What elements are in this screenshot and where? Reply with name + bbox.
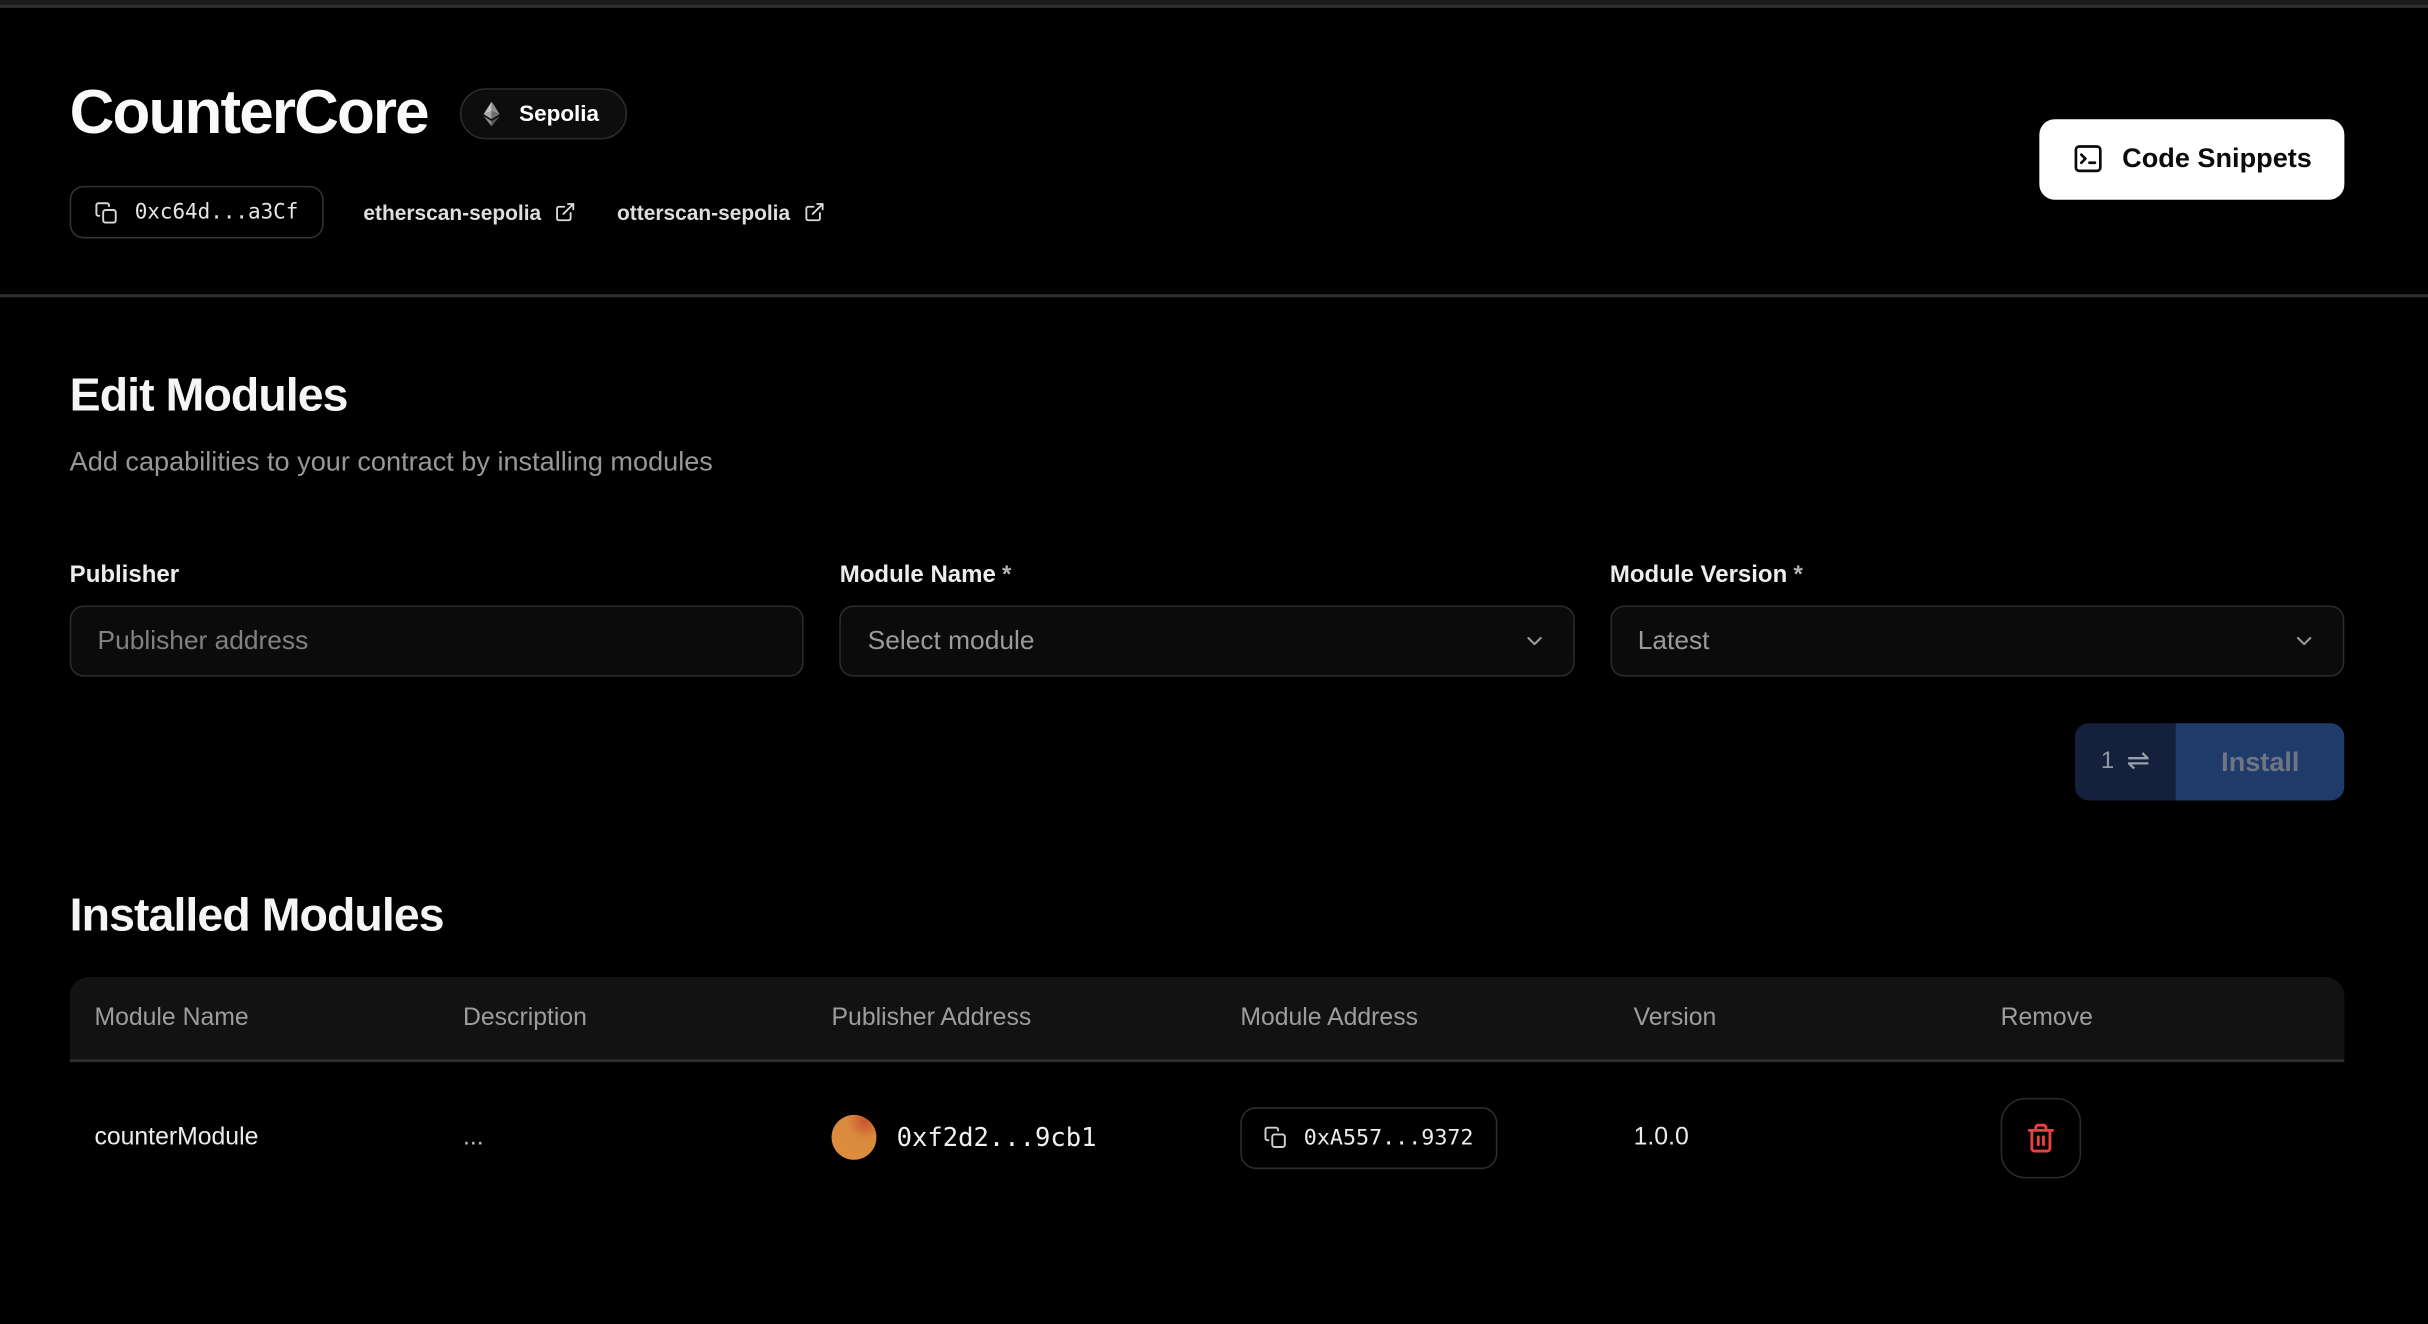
publisher-label: Publisher — [70, 562, 804, 590]
edit-modules-section: Edit Modules Add capabilities to your co… — [70, 297, 2345, 800]
edit-modules-title: Edit Modules — [70, 370, 2345, 423]
module-name-cell: counterModule — [70, 1123, 439, 1151]
link-label: etherscan-sepolia — [363, 201, 541, 224]
install-button-group: 1 ⇌ Install — [2074, 723, 2344, 800]
external-link-icon — [555, 201, 577, 223]
contract-links-row: 0xc64d...a3Cf etherscan-sepolia — [70, 186, 2040, 239]
copy-icon — [94, 201, 117, 224]
publisher-field-group: Publisher — [70, 562, 804, 677]
installed-modules-table: Module Name Description Publisher Addres… — [70, 977, 2345, 1212]
network-badge[interactable]: Sepolia — [460, 88, 627, 139]
contract-address: 0xc64d...a3Cf — [135, 200, 299, 225]
module-name-label: Module Name* — [840, 562, 1574, 590]
edit-modules-subtitle: Add capabilities to your contract by ins… — [70, 446, 2345, 479]
publisher-address-input[interactable] — [70, 605, 804, 676]
transaction-count-badge: 1 ⇌ — [2074, 723, 2176, 800]
copy-icon — [1264, 1126, 1287, 1149]
chevron-down-icon — [2292, 629, 2317, 654]
column-header-module-address: Module Address — [1216, 1004, 1609, 1032]
table-row: counterModule ... 0xf2d2...9cb1 — [70, 1062, 2345, 1212]
ethereum-icon — [479, 101, 505, 127]
required-asterisk: * — [1002, 562, 1011, 588]
remove-cell — [1976, 1097, 2345, 1178]
swap-arrows-icon: ⇌ — [2127, 748, 2150, 776]
code-snippets-label: Code Snippets — [2122, 142, 2312, 175]
column-header-publisher-address: Publisher Address — [807, 1004, 1216, 1032]
network-badge-label: Sepolia — [519, 101, 599, 126]
chevron-down-icon — [1522, 629, 1547, 654]
version-cell: 1.0.0 — [1609, 1123, 1976, 1151]
link-otterscan-sepolia[interactable]: otterscan-sepolia — [617, 201, 826, 224]
module-version-select-value: Latest — [1638, 626, 1710, 657]
module-name-label-text: Module Name — [840, 562, 996, 588]
contract-header-left: CounterCore Sepolia — [70, 79, 2040, 238]
publisher-avatar — [832, 1115, 877, 1160]
link-etherscan-sepolia[interactable]: etherscan-sepolia — [363, 201, 576, 224]
module-version-label-text: Module Version — [1610, 562, 1787, 588]
required-asterisk: * — [1793, 562, 1802, 588]
page-title: CounterCore — [70, 79, 428, 149]
column-header-version: Version — [1609, 1004, 1976, 1032]
contract-address-copy-button[interactable]: 0xc64d...a3Cf — [70, 186, 323, 239]
code-snippets-button[interactable]: Code Snippets — [2040, 118, 2344, 199]
publisher-address-cell: 0xf2d2...9cb1 — [807, 1115, 1216, 1160]
remove-module-button[interactable] — [2001, 1097, 2082, 1178]
install-actions-row: 1 ⇌ Install — [70, 723, 2345, 800]
table-header-row: Module Name Description Publisher Addres… — [70, 977, 2345, 1062]
module-name-select[interactable]: Select module — [840, 605, 1574, 676]
module-version-field-group: Module Version* Latest — [1610, 562, 2345, 677]
module-name-field-group: Module Name* Select module — [840, 562, 1574, 677]
module-address-copy-button[interactable]: 0xA557...9372 — [1240, 1106, 1496, 1168]
transaction-count: 1 — [2101, 748, 2114, 776]
module-version-select[interactable]: Latest — [1610, 605, 2345, 676]
contract-title-row: CounterCore Sepolia — [70, 79, 2040, 149]
installed-modules-section: Installed Modules Module Name Descriptio… — [70, 890, 2345, 1212]
module-address: 0xA557...9372 — [1304, 1125, 1474, 1150]
installed-modules-title: Installed Modules — [70, 890, 2345, 943]
description-cell: ... — [438, 1123, 807, 1151]
column-header-module-name: Module Name — [70, 1004, 439, 1032]
module-version-label: Module Version* — [1610, 562, 2345, 590]
external-link-icon — [804, 201, 826, 223]
install-button[interactable]: Install — [2176, 723, 2344, 800]
link-label: otterscan-sepolia — [617, 201, 790, 224]
top-nav-edge — [0, 0, 2428, 8]
column-header-remove: Remove — [1976, 1004, 2345, 1032]
contract-dashboard-page: CounterCore Sepolia — [0, 0, 2428, 1324]
column-header-description: Description — [438, 1004, 807, 1032]
module-name-select-value: Select module — [868, 626, 1035, 657]
publisher-address: 0xf2d2...9cb1 — [897, 1123, 1097, 1152]
contract-header: CounterCore Sepolia — [70, 8, 2345, 294]
trash-icon — [2025, 1122, 2056, 1153]
module-address-cell: 0xA557...9372 — [1216, 1106, 1609, 1168]
install-module-form: Publisher Module Name* Select module — [70, 562, 2345, 677]
terminal-square-icon — [2073, 142, 2106, 175]
